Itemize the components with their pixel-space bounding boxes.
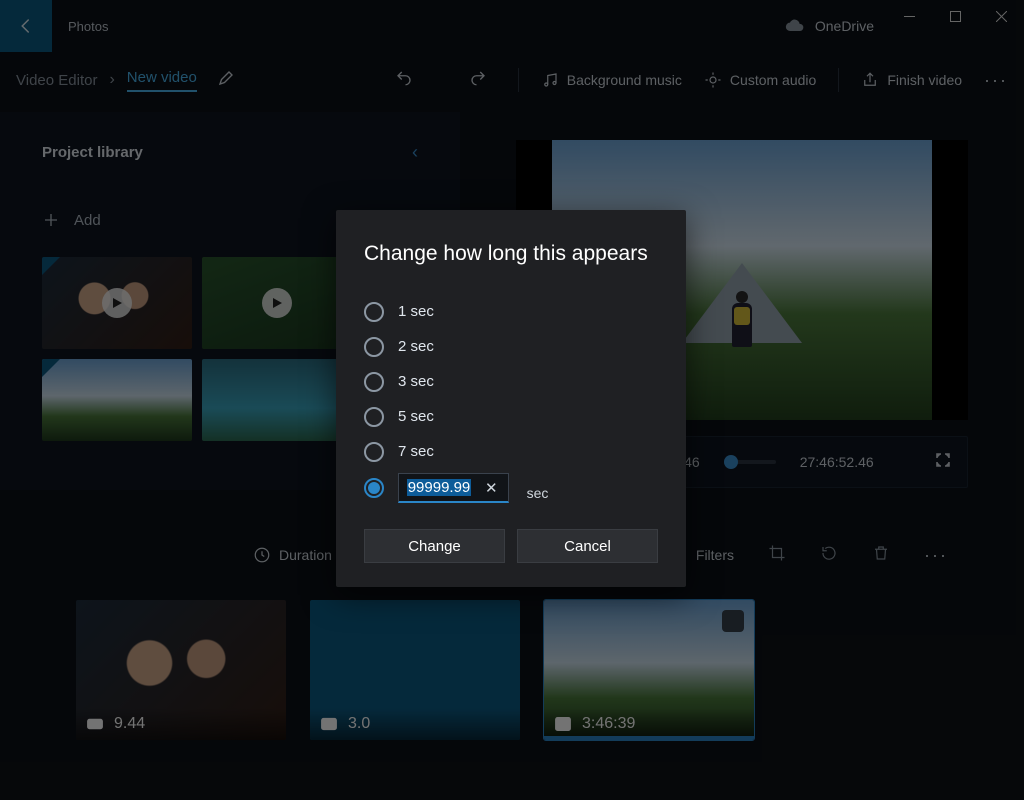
- rotate-button[interactable]: [820, 544, 838, 567]
- dialog-title: Change how long this appears: [364, 242, 658, 266]
- library-clip[interactable]: [202, 257, 352, 349]
- collapse-library-button[interactable]: ‹: [412, 142, 418, 163]
- redo-icon: [469, 69, 487, 87]
- finish-video-button[interactable]: Finish video: [861, 71, 962, 89]
- more-button[interactable]: ···: [984, 70, 1008, 91]
- editor-toolbar: Video Editor › New video Background musi…: [0, 52, 1024, 108]
- undo-icon: [395, 69, 413, 87]
- unit-label: sec: [527, 485, 549, 503]
- filters-label: Filters: [696, 547, 734, 563]
- play-overlay[interactable]: [202, 257, 352, 349]
- storyboard-clip-selected[interactable]: 3:46:39: [544, 600, 754, 740]
- seek-slider[interactable]: [724, 460, 776, 464]
- library-clip[interactable]: [42, 257, 192, 349]
- duration-option[interactable]: 3 sec: [364, 364, 658, 399]
- custom-duration-field[interactable]: ✕: [398, 473, 509, 503]
- back-button[interactable]: [0, 0, 52, 52]
- clip-duration: 9.44: [114, 715, 145, 733]
- redo-button[interactable]: [469, 69, 487, 92]
- export-icon: [861, 71, 879, 89]
- storyboard-more-button[interactable]: ···: [924, 545, 948, 566]
- change-button[interactable]: Change: [364, 529, 505, 563]
- titlebar: Photos OneDrive: [0, 0, 1024, 52]
- project-library-title: Project library: [42, 144, 143, 161]
- trash-icon: [872, 544, 890, 562]
- custom-audio-label: Custom audio: [730, 72, 816, 88]
- background-music-button[interactable]: Background music: [541, 71, 682, 89]
- undo-button[interactable]: [395, 69, 413, 92]
- library-clip[interactable]: [202, 359, 352, 441]
- window-maximize[interactable]: [932, 0, 978, 32]
- window-close[interactable]: [978, 0, 1024, 32]
- rotate-icon: [820, 544, 838, 562]
- clock-icon: [253, 546, 271, 564]
- project-name[interactable]: New video: [127, 69, 197, 92]
- music-icon: [541, 71, 559, 89]
- duration-option[interactable]: 2 sec: [364, 329, 658, 364]
- clip-menu-button[interactable]: [722, 610, 744, 632]
- storyboard: 9.44 3.0 3:46:39: [76, 600, 754, 740]
- window-minimize[interactable]: [886, 0, 932, 32]
- radio-icon: [364, 372, 384, 392]
- video-icon: [86, 715, 104, 733]
- play-overlay[interactable]: [42, 257, 192, 349]
- title-card-icon: [320, 715, 338, 733]
- cancel-button[interactable]: Cancel: [517, 529, 658, 563]
- onedrive-button[interactable]: OneDrive: [785, 0, 874, 52]
- duration-button[interactable]: Duration: [253, 546, 332, 564]
- custom-duration-input[interactable]: [407, 479, 471, 496]
- separator: [838, 68, 839, 92]
- duration-option-custom[interactable]: [364, 478, 384, 498]
- expand-icon: [935, 452, 951, 468]
- radio-label: 5 sec: [398, 408, 434, 425]
- rename-button[interactable]: [217, 69, 235, 92]
- radio-icon: [364, 302, 384, 322]
- background-music-label: Background music: [567, 72, 682, 88]
- delete-button[interactable]: [872, 544, 890, 567]
- duration-label: Duration: [279, 547, 332, 563]
- storyboard-clip[interactable]: 3.0: [310, 600, 520, 740]
- radio-label: 7 sec: [398, 443, 434, 460]
- clip-duration: 3.0: [348, 715, 370, 733]
- play-icon: [271, 297, 283, 309]
- add-label: Add: [74, 212, 101, 229]
- storyboard-clip[interactable]: 9.44: [76, 600, 286, 740]
- breadcrumb-root[interactable]: Video Editor: [16, 72, 97, 89]
- audio-icon: [704, 71, 722, 89]
- plus-icon: [42, 211, 60, 229]
- crop-icon: [768, 544, 786, 562]
- clip-duration: 3:46:39: [582, 715, 635, 733]
- duration-dialog: Change how long this appears 1 sec 2 sec…: [336, 210, 686, 587]
- radio-label: 2 sec: [398, 338, 434, 355]
- radio-label: 1 sec: [398, 303, 434, 320]
- finish-video-label: Finish video: [887, 72, 962, 88]
- crop-button[interactable]: [768, 544, 786, 567]
- pencil-icon: [217, 69, 235, 87]
- radio-icon: [364, 337, 384, 357]
- custom-audio-button[interactable]: Custom audio: [704, 71, 816, 89]
- image-icon: [554, 715, 572, 733]
- total-time: 27:46:52.46: [800, 454, 874, 470]
- library-clip[interactable]: [42, 359, 192, 441]
- separator: [518, 68, 519, 92]
- play-icon: [111, 297, 123, 309]
- cloud-icon: [785, 16, 805, 36]
- radio-label: 3 sec: [398, 373, 434, 390]
- duration-option[interactable]: 1 sec: [364, 294, 658, 329]
- onedrive-label: OneDrive: [815, 18, 874, 34]
- duration-option[interactable]: 7 sec: [364, 434, 658, 469]
- breadcrumb: Video Editor › New video: [16, 69, 197, 92]
- used-indicator: [42, 359, 60, 377]
- app-name: Photos: [68, 19, 108, 34]
- duration-option[interactable]: 5 sec: [364, 399, 658, 434]
- radio-icon: [364, 407, 384, 427]
- radio-icon: [364, 442, 384, 462]
- clear-input-button[interactable]: ✕: [481, 479, 502, 497]
- chevron-right-icon: ›: [109, 71, 114, 89]
- fullscreen-button[interactable]: [935, 452, 951, 473]
